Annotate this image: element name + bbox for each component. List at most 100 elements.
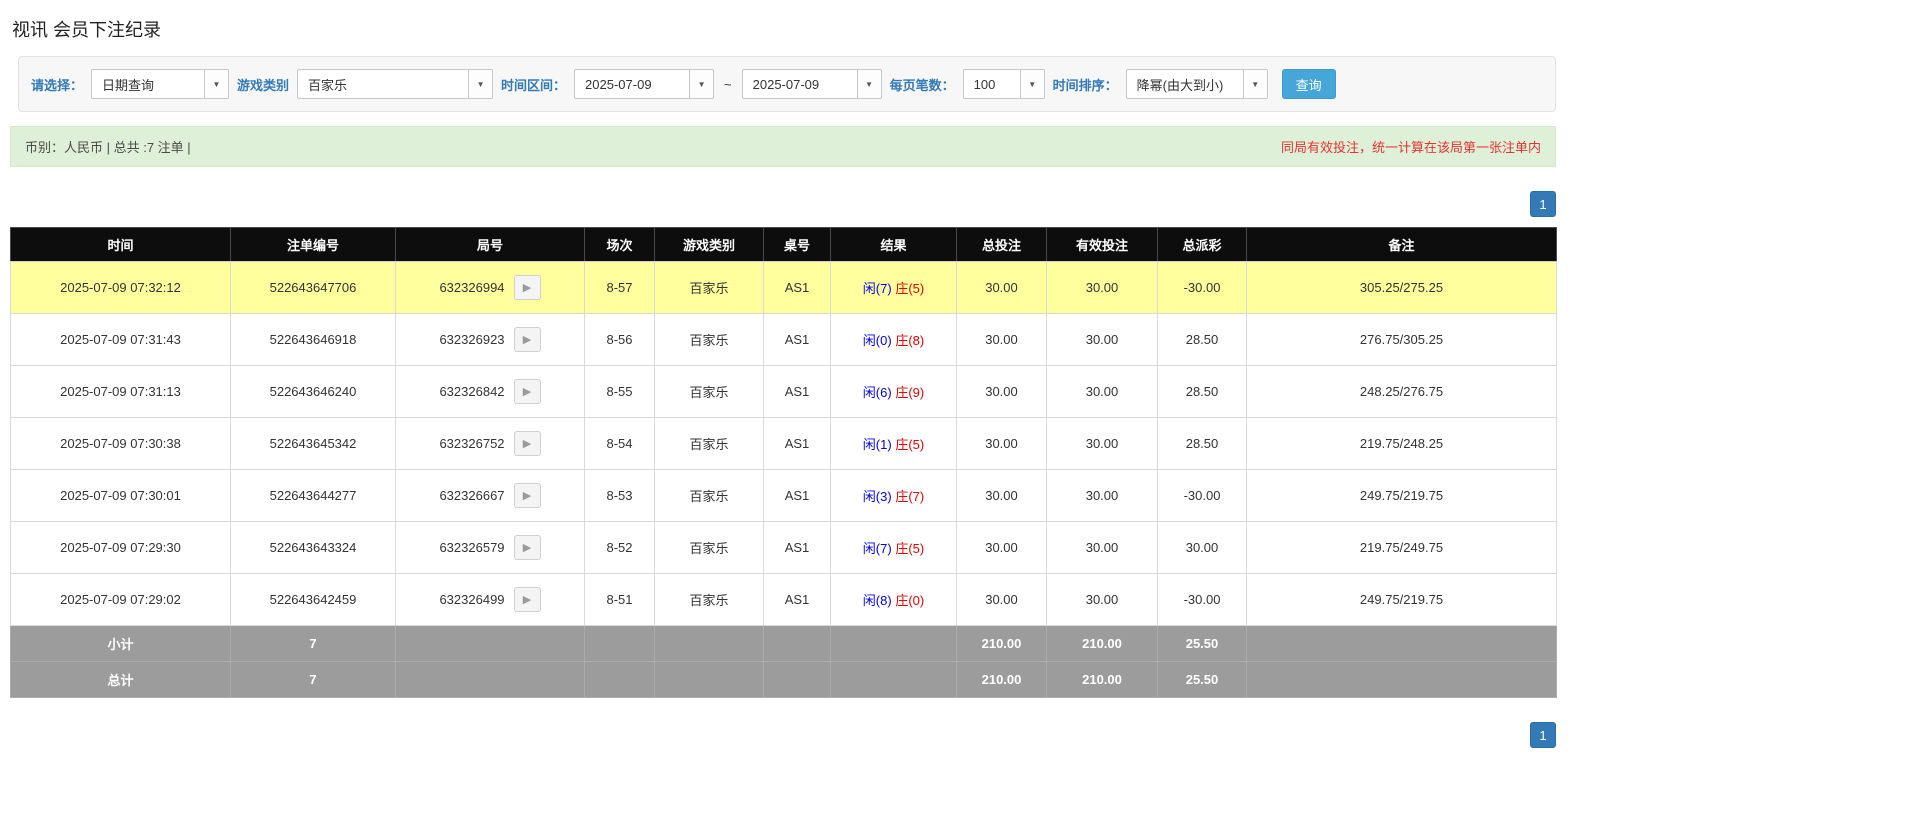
cell-round-id: 632326499 ▶ bbox=[395, 573, 585, 626]
cell-valid-bet: 30.00 bbox=[1046, 365, 1158, 418]
video-replay-button[interactable]: ▶ bbox=[513, 587, 541, 612]
chevron-down-icon[interactable]: ▼ bbox=[689, 70, 714, 98]
table-row: 2025-07-09 07:29:30 522643643324 6323265… bbox=[10, 521, 1557, 574]
table-row: 2025-07-09 07:32:12 522643647706 6323269… bbox=[10, 261, 1557, 314]
video-replay-button[interactable]: ▶ bbox=[513, 483, 541, 508]
chevron-down-icon[interactable]: ▼ bbox=[1242, 70, 1267, 98]
grand-total-label: 总计 bbox=[10, 661, 231, 698]
cell-session: 8-57 bbox=[584, 261, 655, 314]
cell-total-bet: 30.00 bbox=[956, 417, 1047, 470]
pagination-top: 1 bbox=[10, 191, 1556, 217]
summary-bar: 币别：人民币 | 总共 :7 注单 | 同局有效投注，统一计算在该局第一张注单内 bbox=[10, 126, 1556, 167]
result-banker: 庄(5) bbox=[895, 437, 925, 452]
subtotal-total-bet: 210.00 bbox=[956, 625, 1047, 662]
cell-game-type: 百家乐 bbox=[654, 261, 764, 314]
bet-records-table: 时间 注单编号 局号 场次 游戏类别 桌号 结果 总投注 有效投注 总派彩 备注… bbox=[10, 227, 1557, 698]
cell-valid-bet: 30.00 bbox=[1046, 469, 1158, 522]
time-sort-value: 降幂(由大到小) bbox=[1136, 77, 1224, 93]
cell-valid-bet: 30.00 bbox=[1046, 521, 1158, 574]
video-replay-button[interactable]: ▶ bbox=[513, 379, 541, 404]
cell-session: 8-55 bbox=[584, 365, 655, 418]
result-player: 闲(0) bbox=[862, 333, 892, 348]
footer-empty-cell bbox=[654, 625, 764, 662]
chevron-down-icon[interactable]: ▼ bbox=[468, 70, 493, 98]
search-button[interactable]: 查询 bbox=[1281, 69, 1336, 99]
page-size-select[interactable]: 100 ▼ bbox=[962, 69, 1045, 99]
page-content: 视讯 会员下注纪录 请选择： 日期查询 ▼ 游戏类别 百家乐 ▼ 时间区间： 2… bbox=[0, 0, 1566, 766]
cell-payout: 28.50 bbox=[1157, 417, 1247, 470]
page-1-button[interactable]: 1 bbox=[1530, 722, 1556, 748]
page-size-label: 每页笔数： bbox=[889, 77, 955, 93]
footer-empty-cell bbox=[763, 661, 831, 698]
cell-total-bet: 30.00 bbox=[956, 521, 1047, 574]
subtotal-valid-bet: 210.00 bbox=[1046, 625, 1158, 662]
result-player: 闲(7) bbox=[862, 281, 892, 296]
chevron-down-icon[interactable]: ▼ bbox=[856, 70, 881, 98]
video-replay-button[interactable]: ▶ bbox=[513, 327, 541, 352]
table-row: 2025-07-09 07:30:38 522643645342 6323267… bbox=[10, 417, 1557, 470]
cell-bet-id: 522643645342 bbox=[230, 417, 396, 470]
round-id-text: 632326579 bbox=[439, 540, 505, 555]
col-result: 结果 bbox=[830, 227, 957, 262]
cell-game-type: 百家乐 bbox=[654, 573, 764, 626]
query-mode-select[interactable]: 日期查询 ▼ bbox=[91, 69, 230, 99]
date-to-select[interactable]: 2025-07-09 ▼ bbox=[741, 69, 882, 99]
pagination-bottom: 1 bbox=[10, 722, 1556, 748]
query-mode-value: 日期查询 bbox=[102, 77, 155, 93]
result-player: 闲(7) bbox=[862, 541, 892, 556]
result-player: 闲(3) bbox=[862, 489, 892, 504]
footer-empty-cell bbox=[654, 661, 764, 698]
cell-table-no: AS1 bbox=[763, 521, 831, 574]
cell-total-bet: 30.00 bbox=[956, 261, 1047, 314]
cell-time: 2025-07-09 07:29:30 bbox=[10, 521, 231, 574]
video-replay-button[interactable]: ▶ bbox=[513, 431, 541, 456]
table-row: 2025-07-09 07:31:13 522643646240 6323268… bbox=[10, 365, 1557, 418]
cell-round-id: 632326994 ▶ bbox=[395, 261, 585, 314]
filter-bar: 请选择： 日期查询 ▼ 游戏类别 百家乐 ▼ 时间区间： 2025-07-09 … bbox=[18, 56, 1556, 112]
cell-bet-id: 522643642459 bbox=[230, 573, 396, 626]
video-replay-button[interactable]: ▶ bbox=[513, 275, 541, 300]
cell-session: 8-51 bbox=[584, 573, 655, 626]
cell-session: 8-52 bbox=[584, 521, 655, 574]
footer-empty-cell bbox=[830, 661, 957, 698]
cell-note: 249.75/219.75 bbox=[1246, 469, 1557, 522]
video-play-icon: ▶ bbox=[522, 334, 532, 346]
cell-payout: -30.00 bbox=[1157, 261, 1247, 314]
round-id-text: 632326923 bbox=[439, 332, 505, 347]
col-round-id: 局号 bbox=[395, 227, 585, 262]
game-type-select[interactable]: 百家乐 ▼ bbox=[297, 69, 494, 99]
cell-session: 8-53 bbox=[584, 469, 655, 522]
grand-total-row: 总计 7 210.00 210.00 25.50 bbox=[10, 661, 1557, 698]
table-footer: 小计 7 210.00 210.00 25.50 总计 7 210.00 210… bbox=[10, 625, 1557, 698]
cell-table-no: AS1 bbox=[763, 313, 831, 366]
cell-total-bet: 30.00 bbox=[956, 313, 1047, 366]
cell-bet-id: 522643644277 bbox=[230, 469, 396, 522]
cell-game-type: 百家乐 bbox=[654, 313, 764, 366]
date-from-select[interactable]: 2025-07-09 ▼ bbox=[574, 69, 715, 99]
select-mode-label: 请选择： bbox=[31, 77, 84, 93]
time-sort-select[interactable]: 降幂(由大到小) ▼ bbox=[1125, 69, 1268, 99]
cell-result: 闲(0) 庄(8) bbox=[830, 313, 957, 366]
cell-valid-bet: 30.00 bbox=[1046, 573, 1158, 626]
currency-summary-text: 币别：人民币 | 总共 :7 注单 | bbox=[25, 140, 191, 155]
cell-session: 8-56 bbox=[584, 313, 655, 366]
cell-note: 248.25/276.75 bbox=[1246, 365, 1557, 418]
grand-total-payout: 25.50 bbox=[1157, 661, 1247, 698]
cell-time: 2025-07-09 07:30:01 bbox=[10, 469, 231, 522]
col-payout: 总派彩 bbox=[1157, 227, 1247, 262]
page-1-button[interactable]: 1 bbox=[1530, 191, 1556, 217]
result-player: 闲(1) bbox=[862, 437, 892, 452]
chevron-down-icon[interactable]: ▼ bbox=[204, 70, 229, 98]
footer-empty-cell bbox=[1246, 625, 1557, 662]
result-banker: 庄(7) bbox=[895, 489, 925, 504]
col-session: 场次 bbox=[584, 227, 655, 262]
chevron-down-icon[interactable]: ▼ bbox=[1019, 70, 1044, 98]
cell-result: 闲(6) 庄(9) bbox=[830, 365, 957, 418]
cell-session: 8-54 bbox=[584, 417, 655, 470]
video-replay-button[interactable]: ▶ bbox=[513, 535, 541, 560]
cell-result: 闲(7) 庄(5) bbox=[830, 261, 957, 314]
result-banker: 庄(5) bbox=[895, 281, 925, 296]
round-id-text: 632326499 bbox=[439, 592, 505, 607]
footer-empty-cell bbox=[1246, 661, 1557, 698]
video-play-icon: ▶ bbox=[522, 542, 532, 554]
